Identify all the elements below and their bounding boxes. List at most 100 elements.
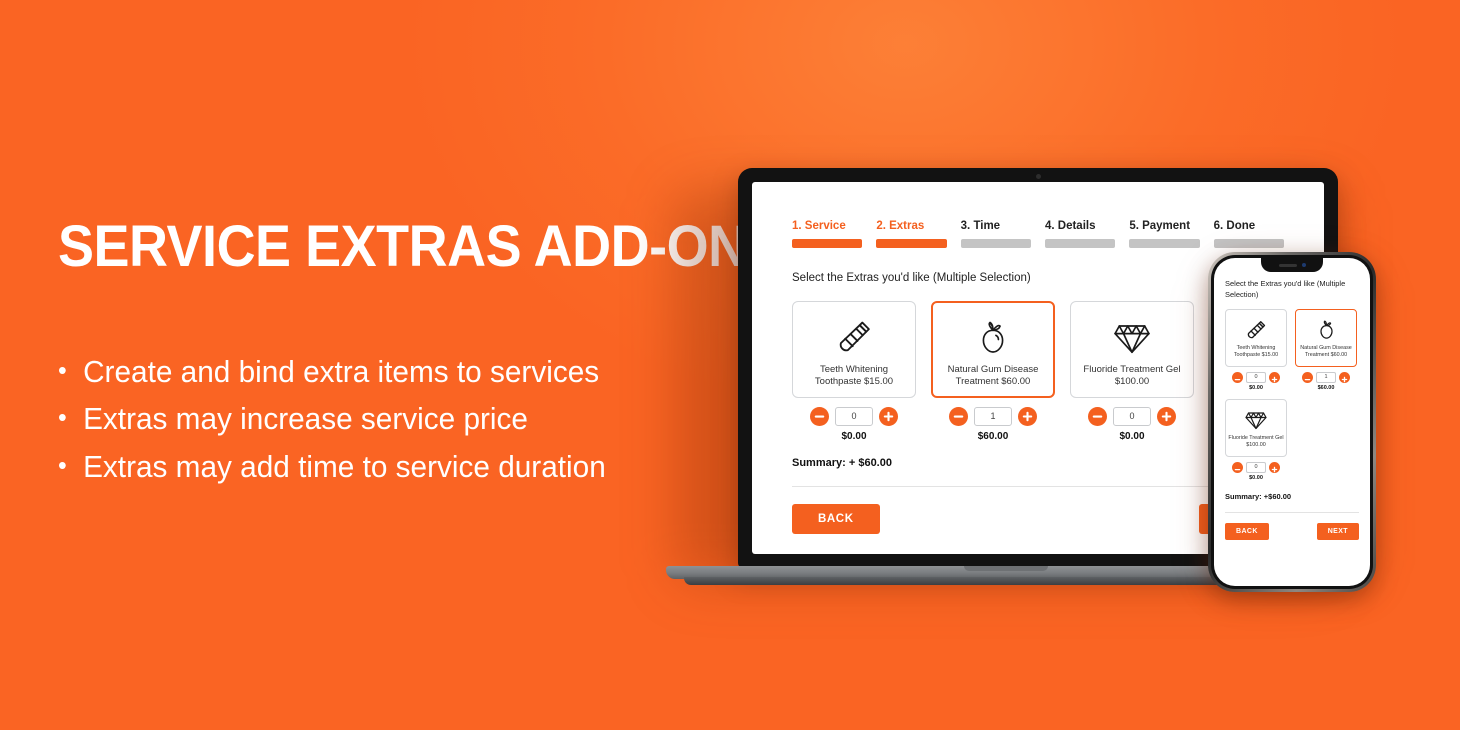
quantity-value[interactable]: 0 xyxy=(1246,372,1266,384)
bullet-marker: • xyxy=(58,449,67,480)
step-time[interactable]: 3. Time xyxy=(960,220,1031,248)
step-progress-bar xyxy=(876,239,947,248)
step-service[interactable]: 1. Service xyxy=(792,220,863,248)
list-item: • Extras may add time to service duratio… xyxy=(58,443,692,490)
decrement-button[interactable] xyxy=(1232,372,1243,384)
phone-mockup: Select the Extras you'd like (Multiple S… xyxy=(1208,252,1376,592)
increment-button[interactable] xyxy=(1269,372,1280,384)
extra-line-total: $60.00 xyxy=(1317,385,1335,392)
next-button[interactable]: NEXT xyxy=(1316,523,1359,541)
wizard-step-indicator: 1. Service 2. Extras 3. Time 4. Details xyxy=(792,220,1284,248)
decrement-button[interactable] xyxy=(1088,407,1107,426)
increment-button[interactable] xyxy=(1157,407,1176,426)
quantity-stepper: 1 xyxy=(931,407,1055,426)
bullet-marker: • xyxy=(58,355,67,385)
phone-notch xyxy=(1261,258,1323,272)
step-progress-bar xyxy=(1213,239,1284,248)
quantity-stepper: 0 xyxy=(1225,372,1287,384)
step-label: 5. Payment xyxy=(1129,220,1191,232)
bullet-text: Extras may add time to service duration xyxy=(83,448,606,484)
page-title: SERVICE EXTRAS ADD-ON xyxy=(58,214,747,279)
extra-card[interactable]: Natural Gum Disease Treatment $60.00 xyxy=(1295,309,1357,368)
quantity-stepper: 0 xyxy=(1225,462,1287,474)
step-payment[interactable]: 5. Payment xyxy=(1129,220,1200,248)
step-details[interactable]: 4. Details xyxy=(1044,220,1116,248)
extras-prompt-mobile: Select the Extras you'd like (Multiple S… xyxy=(1225,279,1346,299)
extra-item-fluoride-gel-mobile: Fluoride Treatment Gel $100.00 0 $0.00 xyxy=(1225,399,1287,481)
increment-button[interactable] xyxy=(1018,407,1037,426)
bullet-marker: • xyxy=(58,402,67,433)
step-done[interactable]: 6. Done xyxy=(1213,220,1284,248)
back-button[interactable]: BACK xyxy=(792,504,880,534)
webcam-icon xyxy=(1035,174,1041,179)
extra-card[interactable]: Teeth Whitening Toothpaste $15.00 xyxy=(1225,309,1287,368)
extras-card-grid-mobile: Teeth Whitening Toothpaste $15.00 0 $0.0… xyxy=(1225,309,1359,481)
toothpaste-tube-icon xyxy=(833,313,875,361)
step-label: 3. Time xyxy=(960,220,1001,232)
step-label: 4. Details xyxy=(1044,220,1096,232)
front-camera-icon xyxy=(1301,263,1306,267)
quantity-stepper: 1 xyxy=(1295,372,1357,384)
extra-line-total: $60.00 xyxy=(977,431,1009,442)
step-progress-bar xyxy=(1044,239,1116,248)
step-progress-bar xyxy=(1129,239,1200,248)
apple-icon xyxy=(973,313,1013,361)
quantity-stepper: 0 xyxy=(792,407,916,426)
booking-wizard-mobile: Select the Extras you'd like (Multiple S… xyxy=(1214,258,1370,541)
extra-item-toothpaste-mobile: Teeth Whitening Toothpaste $15.00 0 $0.0… xyxy=(1225,309,1287,391)
wizard-navigation-mobile: BACK NEXT xyxy=(1225,523,1359,541)
extra-title: Fluoride Treatment Gel $100.00 xyxy=(1083,364,1181,388)
step-progress-bar xyxy=(960,239,1031,248)
extra-line-total: $0.00 xyxy=(1119,431,1145,442)
laptop-lip-notch xyxy=(964,566,1048,571)
phone-frame: Select the Extras you'd like (Multiple S… xyxy=(1208,252,1376,592)
decrement-button[interactable] xyxy=(1302,372,1313,384)
increment-button[interactable] xyxy=(879,407,898,426)
step-label: 1. Service xyxy=(792,220,846,232)
quantity-value[interactable]: 1 xyxy=(1316,372,1336,384)
extra-title: Teeth Whitening Toothpaste $15.00 xyxy=(1233,345,1279,359)
increment-button[interactable] xyxy=(1269,462,1280,474)
step-progress-bar xyxy=(792,239,863,248)
extra-item-gum-treatment: Natural Gum Disease Treatment $60.00 1 $… xyxy=(931,301,1055,442)
quantity-value[interactable]: 0 xyxy=(1113,407,1151,426)
extra-item-gum-treatment-mobile: Natural Gum Disease Treatment $60.00 1 $… xyxy=(1295,309,1357,391)
extra-item-toothpaste: Teeth Whitening Toothpaste $15.00 0 $0.0… xyxy=(792,301,916,442)
speaker-icon xyxy=(1278,263,1297,267)
quantity-stepper: 0 xyxy=(1070,407,1194,426)
bullet-text: Extras may increase service price xyxy=(83,401,528,437)
diamond-icon xyxy=(1243,405,1269,434)
increment-button[interactable] xyxy=(1339,372,1350,384)
extra-item-fluoride-gel: Fluoride Treatment Gel $100.00 0 $0.00 xyxy=(1070,301,1194,442)
marketing-copy: SERVICE EXTRAS ADD-ON • Create and bind … xyxy=(58,214,747,490)
extra-title: Fluoride Treatment Gel $100.00 xyxy=(1228,435,1284,449)
extra-line-total: $0.00 xyxy=(1249,475,1263,482)
step-extras[interactable]: 2. Extras xyxy=(876,220,947,248)
extra-card[interactable]: Teeth Whitening Toothpaste $15.00 xyxy=(792,301,916,398)
decrement-button[interactable] xyxy=(810,407,829,426)
extra-card[interactable]: Fluoride Treatment Gel $100.00 xyxy=(1070,301,1194,398)
divider xyxy=(1225,512,1359,514)
diamond-icon xyxy=(1110,313,1154,361)
toothpaste-tube-icon xyxy=(1244,315,1268,344)
phone-screen: Select the Extras you'd like (Multiple S… xyxy=(1214,258,1370,586)
decrement-button[interactable] xyxy=(1232,462,1243,474)
extra-title: Natural Gum Disease Treatment $60.00 xyxy=(947,364,1039,388)
bullet-text: Create and bind extra items to services xyxy=(83,354,600,389)
back-button[interactable]: BACK xyxy=(1225,523,1269,541)
extra-card[interactable]: Natural Gum Disease Treatment $60.00 xyxy=(931,301,1055,398)
apple-icon xyxy=(1315,315,1338,344)
decrement-button[interactable] xyxy=(949,407,968,426)
quantity-value[interactable]: 0 xyxy=(835,407,873,426)
feature-bullet-list: • Create and bind extra items to service… xyxy=(58,348,718,490)
extra-line-total: $0.00 xyxy=(1249,385,1263,392)
step-label: 2. Extras xyxy=(876,220,925,232)
summary-total-mobile: Summary: +$60.00 xyxy=(1225,492,1292,502)
quantity-value[interactable]: 1 xyxy=(974,407,1012,426)
extra-line-total: $0.00 xyxy=(841,431,867,442)
quantity-value[interactable]: 0 xyxy=(1246,462,1266,474)
extra-title: Natural Gum Disease Treatment $60.00 xyxy=(1300,345,1352,359)
extra-card[interactable]: Fluoride Treatment Gel $100.00 xyxy=(1225,399,1287,458)
extra-title: Teeth Whitening Toothpaste $15.00 xyxy=(814,364,894,388)
list-item: • Create and bind extra items to service… xyxy=(58,348,692,395)
